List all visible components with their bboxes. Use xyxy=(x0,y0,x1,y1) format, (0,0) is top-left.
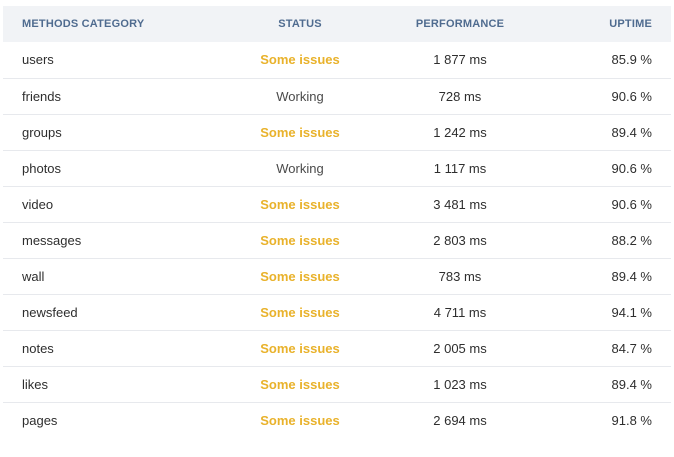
cell-status: Some issues xyxy=(208,402,392,438)
table-row: users Some issues 1 877 ms 85.9 % xyxy=(3,42,671,78)
cell-performance: 2 803 ms xyxy=(433,232,487,248)
cell-performance: 728 ms xyxy=(438,88,482,104)
cell-uptime: 88.2 % xyxy=(611,232,652,248)
column-header-status: STATUS xyxy=(278,18,322,30)
cell-performance: 4 711 ms xyxy=(433,304,487,320)
cell-status: Some issues xyxy=(208,222,392,258)
cell-uptime: 90.6 % xyxy=(611,88,652,104)
table-header: METHODS CATEGORY STATUS PERFORMANCE UPTI… xyxy=(3,6,671,42)
methods-status-table: METHODS CATEGORY STATUS PERFORMANCE UPTI… xyxy=(3,6,671,438)
table-row: wall Some issues 783 ms 89.4 % xyxy=(3,258,671,294)
table-row: notes Some issues 2 005 ms 84.7 % xyxy=(3,330,671,366)
status-text: Working xyxy=(276,88,324,104)
cell-method: messages xyxy=(22,232,82,248)
table-row: messages Some issues 2 803 ms 88.2 % xyxy=(3,222,671,258)
cell-performance: 1 877 ms xyxy=(433,52,487,68)
table-row: video Some issues 3 481 ms 90.6 % xyxy=(3,186,671,222)
cell-method: pages xyxy=(22,412,58,428)
cell-uptime: 90.6 % xyxy=(611,160,652,176)
table-header-row: METHODS CATEGORY STATUS PERFORMANCE UPTI… xyxy=(3,6,671,42)
cell-method: groups xyxy=(22,124,62,140)
cell-status: Working xyxy=(208,150,392,186)
cell-method: friends xyxy=(22,88,62,104)
cell-method: photos xyxy=(22,160,62,176)
column-header-performance: PERFORMANCE xyxy=(415,18,505,30)
cell-performance: 1 117 ms xyxy=(433,160,487,176)
status-text: Working xyxy=(276,160,324,176)
cell-status: Some issues xyxy=(208,366,392,402)
cell-uptime: 84.7 % xyxy=(611,340,652,356)
cell-status: Some issues xyxy=(208,42,392,78)
table-body: users Some issues 1 877 ms 85.9 % friends Wor… xyxy=(3,42,671,438)
cell-uptime: 94.1 % xyxy=(611,304,652,320)
column-header-methods-category: METHODS CATEGORY xyxy=(22,18,145,30)
cell-performance: 1 242 ms xyxy=(433,124,487,140)
cell-status: Some issues xyxy=(208,258,392,294)
cell-performance: 783 ms xyxy=(438,268,482,284)
cell-uptime: 89.4 % xyxy=(611,124,652,140)
status-text: Some issues xyxy=(260,412,340,428)
table-row: photos Working 1 117 ms 90.6 % xyxy=(3,150,671,186)
column-header-uptime: UPTIME xyxy=(609,18,652,30)
cell-uptime: 89.4 % xyxy=(611,268,652,284)
table-row: pages Some issues 2 694 ms 91.8 % xyxy=(3,402,671,438)
cell-method: users xyxy=(22,52,54,68)
cell-method: wall xyxy=(22,268,45,284)
cell-performance: 2 694 ms xyxy=(433,412,487,428)
cell-method: notes xyxy=(22,340,54,356)
cell-status: Some issues xyxy=(208,186,392,222)
table-row: newsfeed Some issues 4 711 ms 94.1 % xyxy=(3,294,671,330)
cell-status: Some issues xyxy=(208,114,392,150)
status-table-container: METHODS CATEGORY STATUS PERFORMANCE UPTI… xyxy=(3,6,671,438)
status-text: Some issues xyxy=(260,52,340,68)
status-text: Some issues xyxy=(260,124,340,140)
cell-status: Some issues xyxy=(208,294,392,330)
cell-status: Working xyxy=(208,78,392,114)
status-text: Some issues xyxy=(260,304,340,320)
status-text: Some issues xyxy=(260,376,340,392)
cell-status: Some issues xyxy=(208,330,392,366)
table-row: groups Some issues 1 242 ms 89.4 % xyxy=(3,114,671,150)
table-row: likes Some issues 1 023 ms 89.4 % xyxy=(3,366,671,402)
cell-method: likes xyxy=(22,376,49,392)
table-row: friends Working 728 ms 90.6 % xyxy=(3,78,671,114)
cell-uptime: 90.6 % xyxy=(611,196,652,212)
status-text: Some issues xyxy=(260,268,340,284)
cell-method: newsfeed xyxy=(22,304,78,320)
cell-uptime: 91.8 % xyxy=(611,412,652,428)
status-text: Some issues xyxy=(260,196,340,212)
cell-performance: 1 023 ms xyxy=(433,376,487,392)
cell-performance: 3 481 ms xyxy=(433,196,487,212)
status-text: Some issues xyxy=(260,232,340,248)
cell-method: video xyxy=(22,196,54,212)
cell-uptime: 89.4 % xyxy=(611,376,652,392)
cell-uptime: 85.9 % xyxy=(611,52,652,68)
status-text: Some issues xyxy=(260,340,340,356)
cell-performance: 2 005 ms xyxy=(433,340,487,356)
